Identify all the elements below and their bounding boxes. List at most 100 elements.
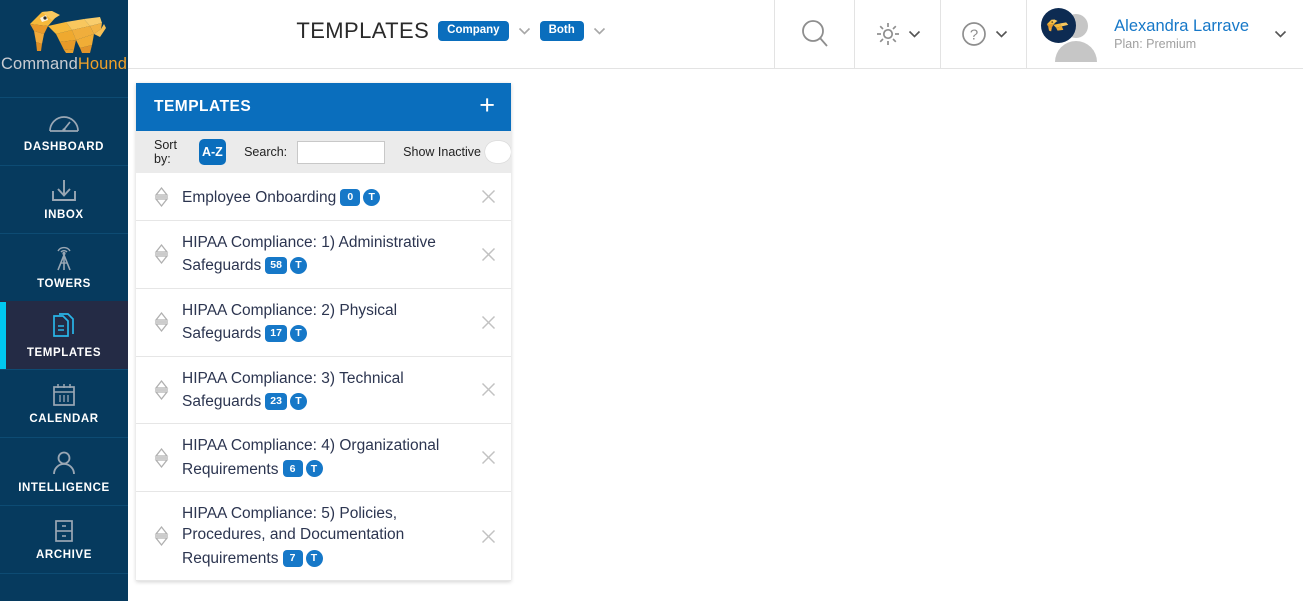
sidebar-item-inbox[interactable]: INBOX [0, 165, 128, 233]
avatar [1041, 6, 1103, 62]
close-icon[interactable] [471, 247, 505, 262]
drag-updown-icon[interactable] [150, 186, 172, 208]
templates-panel: TEMPLATES + Sort by: A-Z Search: Show In… [136, 83, 511, 582]
settings-menu-button[interactable] [854, 0, 940, 68]
brand-word-hound: Hound [77, 55, 127, 73]
sidebar-item-intelligence[interactable]: INTELLIGENCE [0, 437, 128, 505]
drag-updown-icon[interactable] [150, 525, 172, 547]
add-template-button[interactable]: + [479, 91, 495, 123]
brand-logo[interactable]: CommandHound [0, 0, 128, 97]
sidebar-label-towers: TOWERS [37, 278, 91, 290]
scope-pill-company[interactable]: Company [438, 20, 509, 42]
sidebar-item-calendar[interactable]: CALENDAR [0, 369, 128, 437]
avatar-brand-badge [1041, 8, 1077, 43]
user-info: Alexandra Larrave Plan: Premium [1114, 17, 1249, 51]
file-cabinet-icon [55, 520, 73, 542]
help-chevron-down-icon [995, 30, 1007, 38]
user-menu[interactable]: Alexandra Larrave Plan: Premium [1026, 0, 1303, 68]
drag-updown-icon[interactable] [150, 311, 172, 333]
template-badges: 17 T [265, 321, 307, 342]
sidebar: CommandHound DASHBOARD INBOX TOWERS TEMP… [0, 0, 128, 601]
table-row[interactable]: HIPAA Compliance: 4) Organizational Requ… [136, 424, 511, 492]
sidebar-label-intelligence: INTELLIGENCE [18, 481, 110, 494]
show-inactive-toggle[interactable] [485, 141, 511, 163]
drag-updown-icon[interactable] [150, 447, 172, 469]
close-icon[interactable] [471, 529, 505, 544]
close-icon[interactable] [471, 450, 505, 465]
table-row[interactable]: Employee Onboarding 0 T [136, 173, 511, 221]
question-mark-icon: ? [961, 22, 986, 46]
sidebar-label-templates: TEMPLATES [26, 347, 102, 359]
list-item-label: HIPAA Compliance: 2) Physical Safeguards… [172, 289, 471, 356]
documents-icon [53, 313, 74, 337]
type-badge: T [305, 549, 323, 567]
gear-icon [876, 23, 899, 45]
type-badge: T [289, 324, 307, 342]
search-icon [801, 20, 828, 47]
scope-chevron-down-icon[interactable] [518, 27, 531, 35]
drag-updown-icon[interactable] [150, 243, 172, 265]
list-item-label: HIPAA Compliance: 4) Organizational Requ… [172, 424, 471, 491]
dog-logo-icon [30, 11, 106, 53]
user-chevron-down-icon[interactable] [1274, 30, 1287, 38]
search-button[interactable] [774, 0, 854, 68]
sidebar-item-dashboard[interactable]: DASHBOARD [0, 97, 128, 165]
inbox-download-icon [52, 180, 76, 201]
template-badges: 0T [340, 185, 381, 206]
template-badges: 23 T [265, 389, 307, 410]
list-item-label: Employee Onboarding 0 T [172, 174, 471, 219]
close-icon[interactable] [471, 382, 505, 397]
show-inactive-control[interactable]: Show Inactive [403, 141, 511, 163]
drag-updown-icon[interactable] [150, 379, 172, 401]
sort-az-button[interactable]: A-Z [198, 139, 227, 165]
type-badge: T [305, 460, 323, 478]
sidebar-item-towers[interactable]: TOWERS [0, 233, 128, 301]
templates-list: Employee Onboarding 0 T HIPAA Compliance… [136, 173, 511, 582]
template-badges: 6T [282, 457, 323, 478]
sidebar-item-templates[interactable]: TEMPLATES [0, 301, 128, 369]
table-row[interactable]: HIPAA Compliance: 1) Administrative Safe… [136, 221, 511, 289]
page-title: TEMPLATES [296, 18, 430, 43]
panel-header: TEMPLATES + [136, 83, 511, 131]
search-input[interactable] [297, 140, 386, 164]
table-row[interactable]: HIPAA Compliance: 5) Policies, Procedure… [136, 492, 511, 582]
template-title: HIPAA Compliance: 1) Administrative Safe… [182, 234, 436, 275]
sidebar-label-calendar: CALENDAR [29, 413, 99, 425]
sidebar-label-inbox: INBOX [44, 209, 84, 221]
sidebar-label-archive: ARCHIVE [36, 549, 92, 561]
template-title: Employee Onboarding [182, 188, 337, 206]
close-icon[interactable] [471, 315, 505, 330]
help-menu-button[interactable]: ? [940, 0, 1026, 68]
sidebar-item-archive[interactable]: ARCHIVE [0, 505, 128, 573]
panel-toolbar: Sort by: A-Z Search: Show Inactive [136, 131, 511, 173]
count-badge: 7 [282, 549, 303, 567]
list-item-label: HIPAA Compliance: 3) Technical Safeguard… [172, 357, 471, 424]
count-badge: 17 [265, 324, 287, 342]
content-area: TEMPLATES + Sort by: A-Z Search: Show In… [128, 69, 1303, 601]
template-badges: 58 T [265, 253, 307, 275]
table-row[interactable]: HIPAA Compliance: 2) Physical Safeguards… [136, 289, 511, 357]
type-badge: T [289, 257, 307, 275]
panel-title: TEMPLATES [154, 98, 252, 115]
list-item-label: HIPAA Compliance: 5) Policies, Procedure… [172, 492, 471, 580]
header-title-zone: TEMPLATES Company Both [128, 0, 774, 68]
type-badge: T [363, 188, 381, 206]
table-row[interactable]: HIPAA Compliance: 3) Technical Safeguard… [136, 357, 511, 425]
user-name: Alexandra Larrave [1114, 17, 1249, 35]
svg-text:?: ? [970, 27, 978, 44]
show-inactive-label: Show Inactive [403, 145, 481, 159]
filter-chevron-down-icon[interactable] [593, 27, 606, 35]
type-badge: T [289, 392, 307, 410]
user-plan: Plan: Premium [1114, 37, 1197, 51]
count-badge: 58 [265, 257, 287, 275]
settings-chevron-down-icon [908, 30, 920, 38]
gauge-icon [49, 116, 79, 132]
list-item-label: HIPAA Compliance: 1) Administrative Safe… [172, 221, 471, 288]
dog-logo-icon [1046, 19, 1068, 31]
template-badges: 7T [282, 546, 323, 567]
search-label: Search: [244, 145, 288, 159]
filter-pill-both[interactable]: Both [539, 20, 584, 42]
app-root: CommandHound DASHBOARD INBOX TOWERS TEMP… [0, 0, 1303, 601]
main-area: TEMPLATES Company Both ? Alexandra Larra… [128, 0, 1303, 601]
close-icon[interactable] [471, 189, 505, 204]
